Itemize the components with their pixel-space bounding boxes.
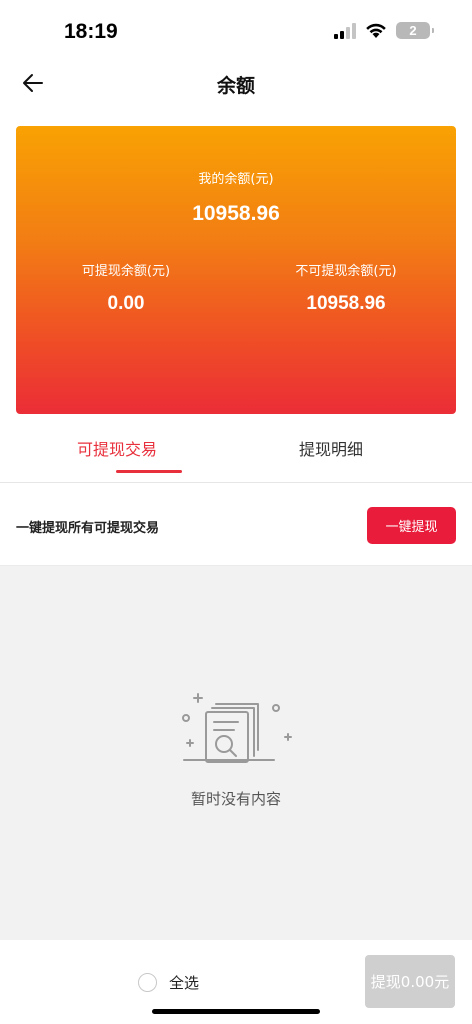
empty-document-search-icon <box>182 693 292 763</box>
divider <box>0 565 472 566</box>
status-icons: 2 <box>334 22 434 39</box>
total-balance-label: 我的余额(元) <box>198 172 274 187</box>
withdraw-all-description: 一键提现所有可提现交易 <box>16 521 160 536</box>
total-balance-value: 10958.96 <box>192 202 280 225</box>
divider <box>0 482 472 483</box>
battery-icon: 2 <box>396 22 434 39</box>
withdraw-submit-button[interactable]: 提现0.00元 <box>365 955 455 1008</box>
wifi-icon <box>366 23 386 38</box>
tab-active-indicator <box>116 470 182 473</box>
non-withdrawable-balance: 不可提现余额(元) 10958.96 <box>236 260 456 315</box>
nav-bar: 余额 <box>0 60 472 106</box>
page-title: 余额 <box>216 75 255 97</box>
tab-withdrawal-details[interactable]: 提现明细 <box>246 436 416 460</box>
non-withdrawable-balance-label: 不可提现余额(元) <box>295 264 397 279</box>
tab-withdrawable-transactions[interactable]: 可提现交易 <box>32 436 202 460</box>
home-indicator <box>152 1009 320 1014</box>
withdrawable-balance-label: 可提现余额(元) <box>81 264 171 279</box>
select-all-label: 全选 <box>169 974 200 992</box>
balance-card: 我的余额(元) 10958.96 可提现余额(元) 0.00 不可提现余额(元)… <box>16 126 456 414</box>
withdrawable-balance-value: 0.00 <box>107 293 145 314</box>
tab-bar: 可提现交易 提现明细 <box>0 420 472 482</box>
withdraw-all-button[interactable]: 一键提现 <box>367 507 456 544</box>
select-all-checkbox[interactable] <box>138 973 157 992</box>
withdrawable-balance: 可提现余额(元) 0.00 <box>16 260 236 315</box>
status-bar: 18:19 2 <box>0 0 472 60</box>
non-withdrawable-balance-value: 10958.96 <box>306 293 386 314</box>
select-all-toggle[interactable]: 全选 <box>138 972 199 993</box>
status-time: 18:19 <box>64 20 118 43</box>
cellular-signal-icon <box>334 22 356 39</box>
empty-state-text: 暂时没有内容 <box>190 790 281 808</box>
